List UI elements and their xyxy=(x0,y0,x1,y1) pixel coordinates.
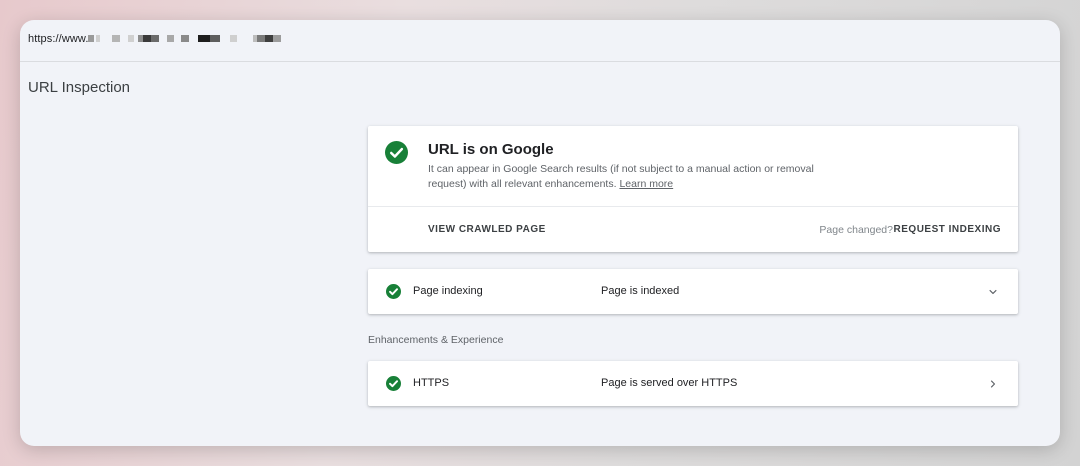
page-changed-label: Page changed? xyxy=(819,224,893,236)
learn-more-link[interactable]: Learn more xyxy=(619,178,673,190)
url-status-card: URL is on Google It can appear in Google… xyxy=(368,126,1018,252)
row-status: Page is served over HTTPS xyxy=(601,377,738,389)
status-title: URL is on Google xyxy=(428,141,554,158)
card-divider xyxy=(368,206,1018,207)
address-bar[interactable]: https://www. xyxy=(20,20,1060,62)
chevron-down-icon[interactable] xyxy=(986,285,1000,299)
check-circle-icon xyxy=(386,284,401,299)
enhancements-section-label: Enhancements & Experience xyxy=(368,334,504,346)
browser-window: https://www. URL Inspection URL is on Go… xyxy=(20,20,1060,446)
status-description: It can appear in Google Search results (… xyxy=(428,162,848,192)
chevron-right-icon[interactable] xyxy=(986,377,1000,391)
row-label: HTTPS xyxy=(413,377,450,389)
row-label: Page indexing xyxy=(413,285,483,297)
view-crawled-page-button[interactable]: VIEW CRAWLED PAGE xyxy=(428,224,546,235)
check-circle-icon xyxy=(386,376,401,391)
page-indexing-row[interactable]: Page indexing Page is indexed xyxy=(368,269,1018,314)
row-status: Page is indexed xyxy=(601,285,680,297)
https-row[interactable]: HTTPS Page is served over HTTPS xyxy=(368,361,1018,406)
url-text[interactable]: https://www. xyxy=(28,33,89,45)
check-circle-icon xyxy=(385,141,408,164)
request-indexing-button[interactable]: REQUEST INDEXING xyxy=(894,224,1001,235)
page-title: URL Inspection xyxy=(28,79,130,96)
